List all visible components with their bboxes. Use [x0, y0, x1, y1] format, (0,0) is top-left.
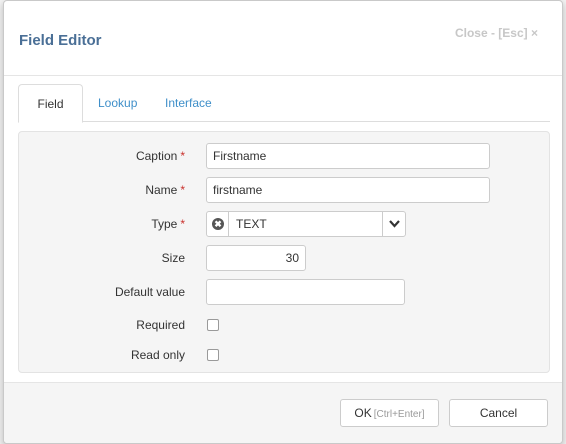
required-checkbox[interactable]: [207, 319, 219, 331]
field-form: Caption * Firstname Name * firstname Type *…: [18, 131, 550, 373]
type-row: Type * ✖ TEXT: [19, 211, 549, 237]
caption-label: Caption *: [135, 149, 185, 163]
required-mark: *: [180, 149, 185, 163]
caption-input[interactable]: Firstname: [206, 143, 490, 169]
type-select[interactable]: ✖ TEXT: [206, 211, 406, 237]
chevron-down-icon: [389, 220, 400, 228]
tab-field[interactable]: Field: [18, 84, 83, 123]
type-value: TEXT: [236, 217, 267, 231]
dialog-title: Field Editor: [19, 32, 102, 49]
cancel-button[interactable]: Cancel: [449, 399, 548, 427]
required-mark: *: [180, 217, 185, 231]
close-button[interactable]: Close - [Esc] ×: [455, 26, 538, 40]
name-input[interactable]: firstname: [206, 177, 490, 203]
type-label: Type *: [151, 217, 185, 231]
tab-lookup[interactable]: Lookup: [84, 84, 151, 122]
ok-shortcut-hint: [Ctrl+Enter]: [373, 409, 425, 420]
default-value-input[interactable]: [206, 279, 405, 305]
size-input[interactable]: 30: [206, 245, 306, 271]
required-label: Required: [136, 318, 185, 332]
tab-bar: Field Lookup Interface: [18, 84, 550, 123]
dialog-footer: OK [Ctrl+Enter] Cancel: [4, 382, 562, 443]
type-icon-box: ✖: [207, 212, 229, 236]
type-dropdown-button[interactable]: [382, 212, 405, 236]
field-editor-dialog: Field Editor Close - [Esc] × Field Looku…: [3, 0, 563, 444]
read-only-row: Read only: [19, 342, 549, 368]
name-label: Name *: [145, 183, 185, 197]
required-row: Required: [19, 312, 549, 338]
required-mark: *: [180, 183, 185, 197]
tab-interface[interactable]: Interface: [151, 84, 226, 122]
name-row: Name * firstname: [19, 177, 549, 203]
read-only-checkbox[interactable]: [207, 349, 219, 361]
read-only-label: Read only: [130, 348, 185, 362]
caption-row: Caption * Firstname: [19, 143, 549, 169]
ok-button[interactable]: OK [Ctrl+Enter]: [340, 399, 439, 427]
dialog-header: Field Editor Close - [Esc] ×: [4, 1, 562, 76]
ok-label: OK: [354, 406, 372, 420]
default-value-row: Default value: [19, 279, 549, 305]
type-circle-icon: ✖: [212, 218, 224, 230]
size-row: Size 30: [19, 245, 549, 271]
size-label: Size: [161, 251, 185, 265]
default-value-label: Default value: [114, 285, 185, 299]
